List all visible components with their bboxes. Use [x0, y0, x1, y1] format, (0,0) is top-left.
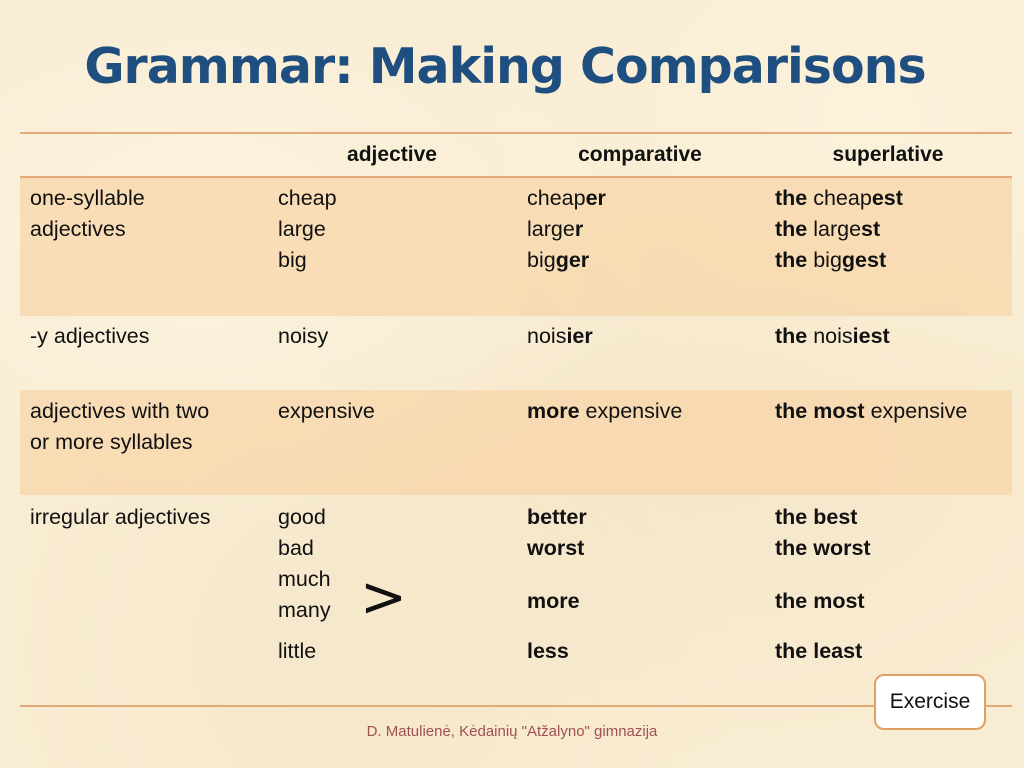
emphasis-text: the: [775, 186, 808, 210]
word-form: the least: [775, 636, 871, 667]
row-superlatives: the cheapest the largest the biggest: [775, 183, 903, 276]
row-superlatives: the noisiest: [775, 321, 890, 352]
row-superlatives: the most expensive: [775, 396, 967, 427]
plain-text: cheap: [807, 186, 872, 210]
row-category: irregular adjectives: [30, 505, 211, 529]
word-form: more expensive: [527, 396, 682, 427]
row-comparatives: cheaper larger bigger: [527, 183, 606, 276]
header-comparative: comparative: [578, 143, 702, 166]
plain-text: large: [527, 217, 575, 241]
table-top-rule: [20, 132, 1012, 134]
word-form: more: [527, 586, 587, 617]
row-comparatives: more expensive: [527, 396, 682, 427]
emphasis-text: better: [527, 505, 587, 529]
header-adjective: adjective: [347, 143, 437, 166]
emphasis-text: the worst: [775, 536, 871, 560]
emphasis-text: est: [871, 186, 903, 210]
word-form: cheaper: [527, 183, 606, 214]
emphasis-text: the: [775, 324, 808, 348]
emphasis-text: r: [574, 217, 584, 241]
row-adjectives: good bad much many little: [278, 505, 331, 663]
row-category: one-syllable adjectives: [30, 186, 145, 241]
footer-credit: D. Matulienė, Kėdainių "Atžalyno" gimnaz…: [366, 723, 658, 740]
header-superlative: superlative: [832, 143, 944, 166]
row-category: -y adjectives: [30, 324, 150, 348]
emphasis-text: the most: [775, 589, 865, 613]
row-adjectives: noisy: [278, 324, 329, 348]
emphasis-text: the best: [775, 505, 858, 529]
word-form: noisier: [527, 321, 593, 352]
emphasis-text: st: [861, 217, 881, 241]
plain-text: expensive: [864, 399, 968, 423]
plain-text: big: [807, 248, 842, 272]
plain-text: nois: [807, 324, 853, 348]
plain-text: big: [527, 248, 556, 272]
word-form: worst: [527, 533, 587, 564]
row-comparatives: better worst more less: [527, 502, 587, 667]
word-form: the cheapest: [775, 183, 903, 214]
row-adjectives: expensive: [278, 399, 375, 423]
plain-text: nois: [527, 324, 567, 348]
word-form: the largest: [775, 214, 903, 245]
word-form: bigger: [527, 245, 606, 276]
word-form: less: [527, 636, 587, 667]
emphasis-text: more: [527, 589, 580, 613]
emphasis-text: ger: [555, 248, 590, 272]
word-form: larger: [527, 214, 606, 245]
word-form: the most expensive: [775, 396, 967, 427]
word-form: better: [527, 502, 587, 533]
exercise-button[interactable]: Exercise: [874, 674, 986, 730]
row-comparatives: noisier: [527, 321, 593, 352]
row-adjectives: cheap large big: [278, 186, 337, 272]
plain-text: expensive: [579, 399, 683, 423]
emphasis-text: the: [775, 217, 808, 241]
emphasis-text: the least: [775, 639, 863, 663]
row-superlatives: the best the worst the most the least: [775, 502, 871, 667]
plain-text: large: [807, 217, 862, 241]
emphasis-text: the most: [775, 399, 865, 423]
emphasis-text: iest: [852, 324, 890, 348]
word-form: the worst: [775, 533, 871, 564]
emphasis-text: gest: [841, 248, 887, 272]
emphasis-text: er: [585, 186, 606, 210]
emphasis-text: ier: [566, 324, 593, 348]
word-form: the most: [775, 586, 871, 617]
slide-title: Grammar: Making Comparisons: [84, 38, 926, 95]
word-form: the best: [775, 502, 871, 533]
plain-text: cheap: [527, 186, 586, 210]
merge-bracket-symbol: >: [360, 565, 407, 630]
emphasis-text: the: [775, 248, 808, 272]
emphasis-text: more: [527, 399, 580, 423]
row-category: adjectives with two or more syllables: [30, 399, 210, 454]
word-form: the biggest: [775, 245, 903, 276]
footer-rule: [20, 705, 1012, 707]
word-form: the noisiest: [775, 321, 890, 352]
emphasis-text: less: [527, 639, 569, 663]
emphasis-text: worst: [527, 536, 585, 560]
